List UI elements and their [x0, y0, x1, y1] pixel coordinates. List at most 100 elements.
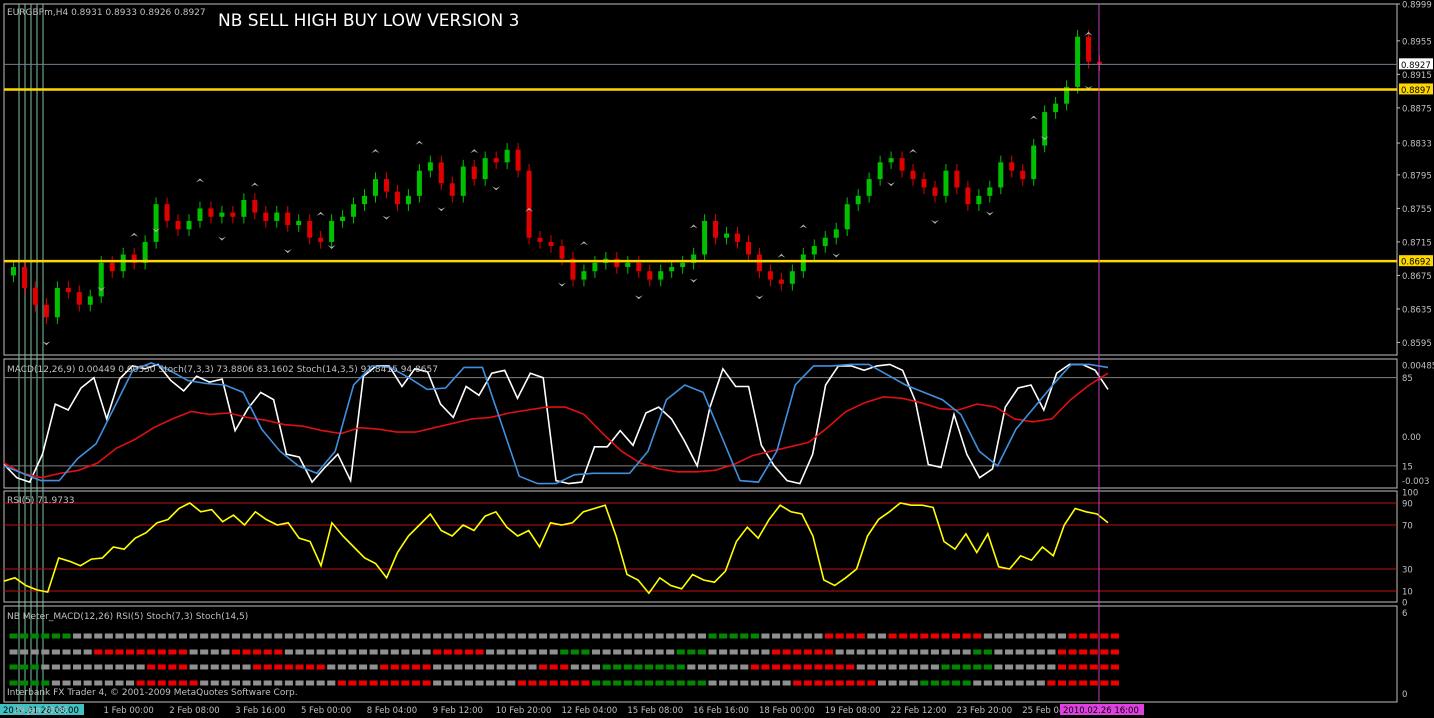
bull-candle	[987, 187, 993, 196]
time-label: 29 Jan 20:00	[14, 706, 68, 716]
meter-cell	[666, 649, 675, 655]
meter-cell	[729, 649, 738, 655]
bear-candle	[921, 179, 927, 188]
meter-cell	[1015, 649, 1024, 655]
bull-candle	[1031, 145, 1037, 180]
bear-candle	[230, 212, 236, 217]
meter-cell	[178, 633, 188, 639]
meter-cell	[1026, 664, 1035, 670]
meter-cell	[708, 649, 717, 655]
meter-cell	[549, 680, 558, 686]
bear-candle	[252, 200, 258, 213]
meter-cell	[200, 680, 209, 686]
bear-candle	[449, 183, 455, 196]
meter-cell	[719, 680, 728, 686]
meter-cell	[104, 664, 113, 670]
meter-cell	[274, 664, 283, 670]
meter-cell	[136, 664, 145, 670]
meter-cell	[549, 664, 558, 670]
meter-cell	[697, 633, 706, 639]
meter-cell	[316, 633, 325, 639]
down-fractal-arrow	[755, 295, 764, 300]
bear-candle	[932, 187, 938, 196]
meter-cell	[856, 680, 865, 686]
meter-cell	[337, 664, 346, 670]
meter-cell	[930, 664, 939, 670]
meter-cell	[411, 664, 421, 670]
meter-cell	[856, 664, 865, 670]
meter-cell	[1110, 680, 1119, 686]
meter-cell	[94, 664, 103, 670]
meter-cell	[9, 680, 18, 686]
bear-candle	[636, 262, 642, 272]
meter-cell	[793, 664, 802, 670]
meter-cell	[814, 649, 823, 655]
meter-cell	[327, 633, 336, 639]
meter-cell	[899, 633, 908, 639]
rsi-line	[4, 502, 1109, 595]
meter-cell	[644, 680, 654, 686]
meter-cell	[846, 633, 855, 639]
bull-candle	[702, 220, 708, 255]
meter-cell	[125, 664, 135, 670]
meter-cell	[909, 664, 918, 670]
meter-cell	[634, 649, 643, 655]
meter-cell	[1057, 633, 1067, 639]
up-fractal-arrow	[130, 232, 139, 237]
meter-cell	[51, 664, 60, 670]
bull-candle	[460, 166, 466, 196]
meter-cell	[761, 664, 770, 670]
meter-cell	[274, 633, 283, 639]
meter-cell	[454, 680, 463, 686]
meter-cell	[369, 649, 378, 655]
bull-candle	[1053, 103, 1059, 113]
meter-cell	[941, 680, 950, 686]
bull-candle	[581, 271, 587, 280]
meter-cell	[369, 633, 378, 639]
meter-cell	[867, 680, 876, 686]
meter-cell	[719, 633, 728, 639]
bear-candle	[21, 267, 27, 288]
meter-cell	[62, 664, 71, 670]
meter-cell	[1089, 649, 1098, 655]
meter-cell	[284, 664, 293, 670]
meter-cell	[983, 664, 992, 670]
bear-candle	[383, 179, 389, 192]
meter-cell	[401, 664, 410, 670]
meter-cell	[581, 680, 590, 686]
rsi-tick-label: 90	[1402, 500, 1413, 510]
meter-cell	[634, 680, 643, 686]
meter-cell	[793, 680, 802, 686]
meter-cell	[750, 680, 759, 686]
meter-cell	[856, 649, 865, 655]
meter-cell	[867, 664, 876, 670]
meter-cell	[443, 633, 452, 639]
meter-cell	[888, 680, 897, 686]
bull-candle	[482, 158, 488, 180]
bear-candle	[285, 212, 291, 226]
meter-cell	[189, 664, 198, 670]
meter-cell	[306, 633, 315, 639]
meter-cell	[83, 649, 92, 655]
meter-cell	[41, 633, 50, 639]
meter-cell	[867, 633, 876, 639]
meter-cell	[316, 649, 325, 655]
macd-tick-label: 85	[1402, 374, 1413, 384]
meter-cell	[200, 633, 209, 639]
meter-cell	[104, 633, 113, 639]
meter-cell	[253, 649, 262, 655]
meter-cell	[877, 664, 887, 670]
meter-cell	[221, 680, 230, 686]
meter-cell	[496, 633, 505, 639]
meter-cell	[178, 664, 188, 670]
meter-cell	[983, 649, 992, 655]
meter-cell	[125, 649, 135, 655]
meter-cell	[824, 680, 834, 686]
meter-cell	[1068, 649, 1077, 655]
bear-candle	[735, 233, 741, 242]
meter-cell	[973, 664, 982, 670]
meter-cell	[909, 649, 918, 655]
meter-cell	[655, 649, 664, 655]
up-fractal-arrow	[316, 211, 325, 216]
rsi-tick-label: 10	[1402, 588, 1413, 598]
